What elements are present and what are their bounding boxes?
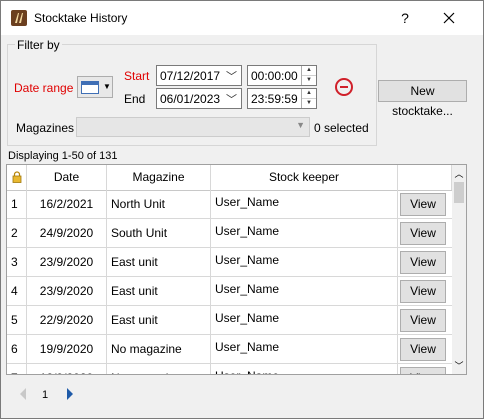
stocktake-history-window: Stocktake History ? Filter by Date range… (0, 0, 484, 419)
row-date: 16/2/2021 (27, 190, 107, 218)
table-header: Date Magazine Stock keeper (7, 165, 452, 191)
table-row[interactable]: 7 18/9/2020 No magazine User_Name View (7, 364, 452, 374)
selected-count: 0 selected (314, 121, 369, 135)
row-stock-keeper: User_Name (211, 248, 398, 276)
row-magazine: No magazine (107, 335, 211, 363)
row-date: 18/9/2020 (27, 364, 107, 374)
start-date-picker[interactable]: 07/12/2017 ﹀ (156, 65, 242, 86)
row-number: 5 (7, 306, 27, 334)
dropdown-arrow-icon: ▼ (103, 82, 111, 91)
start-label: Start (124, 69, 150, 83)
chevron-down-icon[interactable]: ﹀ (226, 68, 237, 84)
row-magazine: North Unit (107, 190, 211, 218)
spin-up-icon[interactable]: ▲ (302, 89, 316, 99)
table-row[interactable]: 5 22/9/2020 East unit User_Name View (7, 306, 452, 335)
scroll-up-icon[interactable]: ︿ (452, 167, 466, 179)
row-magazine: East unit (107, 248, 211, 276)
row-number: 2 (7, 219, 27, 247)
magazines-label: Magazines (16, 121, 75, 135)
row-stock-keeper: User_Name (211, 190, 398, 218)
column-header-action (398, 165, 452, 190)
row-number: 4 (7, 277, 27, 305)
row-date: 23/9/2020 (27, 277, 107, 305)
end-label: End (124, 92, 146, 106)
start-date-value: 07/12/2017 (160, 69, 221, 83)
row-date: 19/9/2020 (27, 335, 107, 363)
column-header-stock-keeper[interactable]: Stock keeper (211, 165, 398, 190)
spin-up-icon[interactable]: ▲ (302, 66, 316, 76)
spin-down-icon[interactable]: ▼ (302, 76, 316, 85)
chevron-down-icon[interactable]: ﹀ (226, 91, 237, 107)
row-magazine: East unit (107, 306, 211, 334)
row-stock-keeper: User_Name (211, 335, 398, 363)
view-button[interactable]: View (400, 309, 446, 332)
row-number: 3 (7, 248, 27, 276)
row-date: 22/9/2020 (27, 306, 107, 334)
stocktake-table: Date Magazine Stock keeper 1 16/2/2021 N… (6, 164, 467, 375)
view-button[interactable]: View (400, 222, 446, 245)
row-date: 23/9/2020 (27, 248, 107, 276)
row-stock-keeper: User_Name (211, 306, 398, 334)
row-magazine: South Unit (107, 219, 211, 247)
date-range-label: Date range (14, 81, 74, 95)
scrollbar-thumb[interactable] (454, 182, 464, 203)
table-row[interactable]: 3 23/9/2020 East unit User_Name View (7, 248, 452, 277)
filter-legend: Filter by (15, 38, 62, 52)
row-number: 7 (7, 364, 27, 374)
view-button[interactable]: View (400, 251, 446, 274)
view-button[interactable]: View (400, 338, 446, 361)
end-time-value: 23:59:59 (251, 92, 298, 106)
spin-down-icon[interactable]: ▼ (302, 99, 316, 108)
help-button[interactable]: ? (393, 6, 417, 30)
table-row[interactable]: 6 19/9/2020 No magazine User_Name View (7, 335, 452, 364)
table-row[interactable]: 4 23/9/2020 East unit User_Name View (7, 277, 452, 306)
scroll-down-icon[interactable]: ﹀ (452, 359, 466, 371)
row-date: 24/9/2020 (27, 219, 107, 247)
view-button[interactable]: View (400, 193, 446, 216)
dropdown-arrow-icon: ▼ (296, 120, 305, 130)
row-number: 1 (7, 190, 27, 218)
start-time-value: 00:00:00 (251, 69, 298, 83)
row-number: 6 (7, 335, 27, 363)
new-stocktake-button[interactable]: New stocktake... (378, 80, 467, 118)
table-row[interactable]: 2 24/9/2020 South Unit User_Name View (7, 219, 452, 248)
start-time-field[interactable]: 00:00:00 ▲ ▼ (247, 65, 317, 86)
row-stock-keeper: User_Name (211, 219, 398, 247)
current-page-number: 1 (42, 389, 49, 401)
view-button[interactable]: View (400, 280, 446, 303)
table-row[interactable]: 1 16/2/2021 North Unit User_Name View (7, 190, 452, 219)
end-date-picker[interactable]: 06/01/2023 ﹀ (156, 88, 242, 109)
vertical-scrollbar[interactable]: ︿ ﹀ (452, 165, 466, 374)
magazines-select[interactable]: ▼ (76, 117, 310, 137)
column-header-magazine[interactable]: Magazine (107, 165, 211, 190)
displaying-status: Displaying 1-50 of 131 (8, 150, 118, 162)
previous-page-icon[interactable] (18, 387, 28, 401)
close-icon[interactable] (437, 6, 461, 30)
row-stock-keeper: User_Name (211, 364, 398, 374)
end-date-value: 06/01/2023 (160, 92, 221, 106)
lock-icon (12, 171, 22, 183)
row-magazine: No magazine (107, 364, 211, 374)
column-header-date[interactable]: Date (27, 165, 107, 190)
row-stock-keeper: User_Name (211, 277, 398, 305)
start-time-spinner[interactable]: ▲ ▼ (301, 66, 316, 85)
lock-column-header[interactable] (7, 165, 27, 190)
end-time-spinner[interactable]: ▲ ▼ (301, 89, 316, 108)
view-button[interactable]: View (400, 367, 446, 374)
date-range-picker-button[interactable]: ▼ (77, 76, 113, 98)
app-icon (11, 10, 27, 26)
title-bar: Stocktake History ? (1, 1, 483, 35)
calendar-icon (81, 81, 99, 94)
row-magazine: East unit (107, 277, 211, 305)
next-page-icon[interactable] (65, 387, 75, 401)
end-time-field[interactable]: 23:59:59 ▲ ▼ (247, 88, 317, 109)
clear-filter-icon[interactable] (335, 78, 353, 96)
window-title: Stocktake History (34, 11, 128, 25)
